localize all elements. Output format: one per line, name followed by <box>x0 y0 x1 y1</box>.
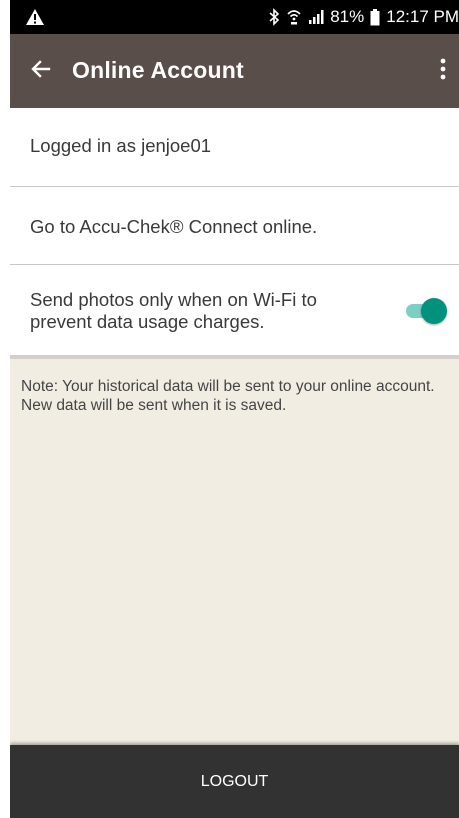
wifi-photos-label-line-2: prevent data usage charges. <box>30 311 265 332</box>
status-icons: 81% 12:17 PM <box>268 0 459 34</box>
accu-chek-connect-link-label: Go to Accu-Chek® Connect online. <box>30 216 318 237</box>
wifi-photos-setting-label: Send photos only when on Wi-Fi to preven… <box>30 289 317 333</box>
wifi-calling-icon <box>286 8 302 26</box>
app-bar: Online Account <box>10 34 459 108</box>
logout-button[interactable]: LOGOUT <box>10 745 459 818</box>
note-panel: Note: Your historical data will be sent … <box>10 355 459 745</box>
note-text: Note: Your historical data will be sent … <box>21 378 435 414</box>
wifi-photos-label-line-1: Send photos only when on Wi-Fi to <box>30 289 317 310</box>
battery-percent: 81% <box>330 7 365 26</box>
logout-label: LOGOUT <box>200 772 269 790</box>
back-button[interactable] <box>24 54 58 88</box>
warning-icon <box>24 6 46 28</box>
status-bar: 81% 12:17 PM <box>10 0 459 34</box>
overflow-menu-button[interactable] <box>431 54 455 88</box>
back-arrow-icon <box>29 57 53 86</box>
logged-in-label: Logged in as jenjoe01 <box>30 135 212 156</box>
wifi-only-toggle[interactable] <box>406 296 448 326</box>
bluetooth-icon <box>268 8 280 26</box>
wifi-photos-setting-row[interactable]: Send photos only when on Wi-Fi to preven… <box>10 265 459 355</box>
accu-chek-connect-link-row[interactable]: Go to Accu-Chek® Connect online. <box>10 187 459 264</box>
page-title: Online Account <box>72 57 244 83</box>
more-vert-icon <box>440 58 446 85</box>
screen: 81% 12:17 PM Online Account Logged in as… <box>10 0 459 818</box>
signal-icon <box>308 9 324 25</box>
logged-in-row: Logged in as jenjoe01 <box>10 108 459 186</box>
battery-icon <box>370 8 380 26</box>
toggle-thumb <box>421 298 447 324</box>
clock: 12:17 PM <box>386 7 459 26</box>
